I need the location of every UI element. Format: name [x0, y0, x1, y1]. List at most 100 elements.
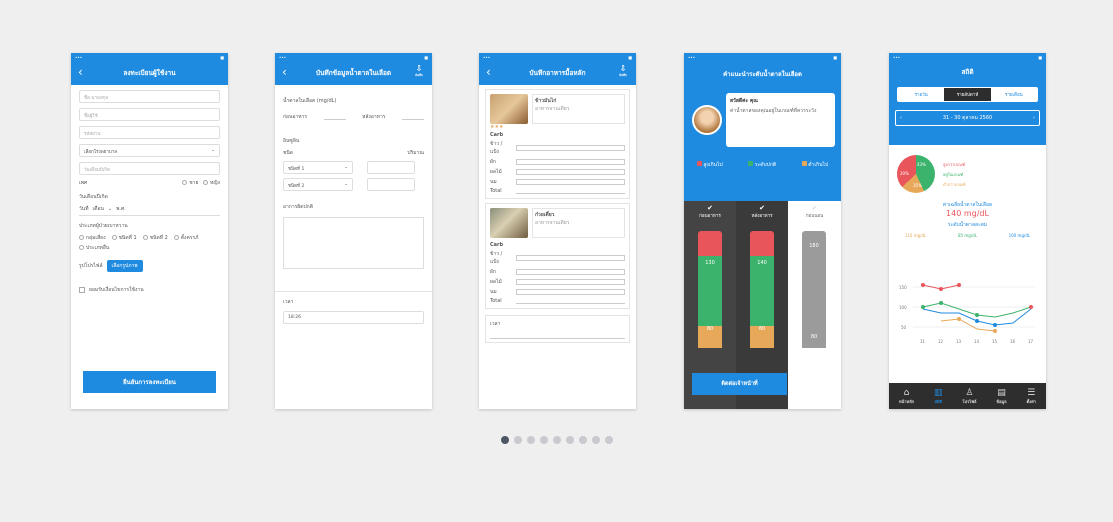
female-label: หญิง	[210, 180, 220, 186]
radio-type2[interactable]	[142, 235, 148, 240]
insulin-label: อินซูลิน	[283, 138, 300, 144]
screen-title: สถิติ	[961, 68, 974, 76]
radio-male[interactable]	[182, 180, 188, 185]
chart-icon: ▥	[933, 387, 943, 398]
tab-monthly[interactable]: รายเดือน	[990, 88, 1037, 101]
tab-weekly[interactable]: รายสัปดาห์	[944, 88, 991, 101]
password-field[interactable]: รหัสผ่าน	[79, 126, 220, 139]
total-label: Total	[490, 298, 502, 304]
radio-female[interactable]	[203, 180, 208, 185]
carb-field-label: ข้าว / แป้ง	[490, 251, 503, 265]
tab-home[interactable]: ⌂ หน้าหลัก	[899, 388, 914, 405]
carb-input[interactable]	[516, 289, 625, 295]
carb-input[interactable]	[516, 279, 625, 285]
after-meal-label: หลังอาหาร	[362, 114, 386, 120]
birth-label: วันเดือนปีเกิด	[79, 194, 108, 200]
save-button[interactable]: ⇩ บันทึก	[412, 64, 426, 78]
pie-label: 43%	[917, 162, 926, 167]
pie-legend: ต่ำกว่าเกณฑ์	[943, 181, 966, 187]
bar-header: ✔ ก่อนนอน	[788, 204, 841, 219]
carousel-dot[interactable]	[552, 436, 561, 444]
bar-low-value: 80	[750, 326, 774, 348]
tab-profile[interactable]: ♙ โปรไฟล์	[962, 388, 976, 405]
tab-label: หน้าหลัก	[898, 398, 915, 404]
insulin-amount-input[interactable]	[367, 178, 415, 191]
back-icon[interactable]: ‹	[282, 65, 287, 79]
tab-label: โปรไฟล์	[962, 398, 977, 404]
radio-type1[interactable]	[111, 235, 117, 240]
data-point	[975, 313, 979, 317]
birth-year[interactable]: พ.ศ.	[116, 205, 126, 213]
data-point	[957, 317, 961, 321]
carousel-dot[interactable]	[539, 436, 548, 444]
bar-value: 130	[698, 256, 722, 326]
insulin-type-select[interactable]: ชนิดที่ 1 ⌄	[283, 161, 353, 174]
radio-risk[interactable]	[79, 235, 84, 240]
tab-info[interactable]: ▤ ข้อมูล	[996, 388, 1006, 405]
birth-month[interactable]: เดือน	[93, 205, 104, 213]
screen-statistics: ••• ■ สถิติ รายวัน รายสัปดาห์ รายเดือน ‹ …	[889, 53, 1046, 409]
star-rating-icon[interactable]: ★★★	[490, 124, 625, 130]
prev-week-icon[interactable]: ‹	[900, 115, 902, 121]
legend-red-icon	[696, 161, 702, 166]
level-value: 110 mg/dL	[904, 233, 927, 238]
meal-desc: อาหารจานเดียว	[535, 106, 570, 112]
birth-day[interactable]: วันที่	[79, 205, 89, 213]
x-tick: 13	[956, 339, 962, 344]
carousel-dot[interactable]	[565, 436, 574, 444]
user-icon: ♙	[965, 387, 974, 398]
tab-daily[interactable]: รายวัน	[898, 88, 945, 101]
note-textarea[interactable]	[283, 217, 424, 269]
meal-photo	[490, 208, 528, 238]
bubble-text: ค่าน้ำตาลของคุณอยู่ในเกณฑ์ที่ควรระวัง	[730, 108, 817, 114]
consent-label: ยอมรับเงื่อนไขการใช้งาน	[89, 287, 144, 293]
time-input[interactable]	[490, 332, 625, 339]
radio-other[interactable]	[79, 245, 84, 250]
advice-header: คำแนะนำระดับน้ำตาลในเลือด สวัสดีค่ะ คุณ …	[684, 61, 841, 201]
carousel-dot[interactable]	[500, 436, 509, 444]
save-button[interactable]: ⇩ บันทึก	[616, 64, 630, 78]
carousel-dot[interactable]	[513, 436, 522, 444]
carousel-dot[interactable]	[591, 436, 600, 444]
next-week-icon[interactable]: ›	[1033, 115, 1035, 121]
tab-settings[interactable]: ☰ ตั้งค่า	[1027, 388, 1036, 405]
check-icon: ✔	[811, 204, 818, 212]
back-icon[interactable]: ‹	[78, 65, 83, 79]
tab-stats[interactable]: ▥ สถิติ	[934, 388, 943, 405]
level-value: 85 mg/dL	[958, 233, 977, 238]
time-input[interactable]: 18:26	[283, 311, 424, 324]
insulin-amount-input[interactable]	[367, 161, 415, 174]
carb-input[interactable]	[516, 145, 625, 151]
download-icon: ⇩	[619, 64, 627, 73]
carb-input[interactable]	[516, 179, 625, 185]
choose-photo-button[interactable]: เลือกรูปภาพ	[106, 260, 143, 272]
carousel-dot[interactable]	[526, 436, 535, 444]
back-icon[interactable]: ‹	[486, 65, 491, 79]
hospital-select[interactable]: เลือกโรงพยาบาล ⌄	[79, 144, 220, 157]
radio-pregnant[interactable]	[173, 235, 179, 240]
bar-before-meal: 130 80	[698, 231, 722, 367]
contact-button[interactable]: ติดต่อเจ้าหน้าที่	[692, 373, 787, 395]
chevron-down-icon: ⌄	[344, 182, 348, 187]
username-field[interactable]: ชื่อผู้ใช้	[79, 108, 220, 121]
carb-input[interactable]	[516, 255, 625, 261]
carb-input[interactable]	[516, 169, 625, 175]
insulin-type-select[interactable]: ชนิดที่ 2 ⌄	[283, 178, 353, 191]
birthdate-field[interactable]: วันเดือนปีเกิด	[79, 162, 220, 175]
download-icon: ⇩	[415, 64, 423, 73]
legend-label: ระดับปกติ	[754, 162, 777, 168]
carb-input[interactable]	[516, 159, 625, 165]
avg-label: ค่าเฉลี่ยน้ำตาลในเลือด	[942, 202, 993, 208]
register-button[interactable]: ยืนยันการลงทะเบียน	[83, 371, 216, 393]
carb-input[interactable]	[516, 269, 625, 275]
carousel-dot[interactable]	[578, 436, 587, 444]
group-option: ตั้งครรภ์	[180, 235, 199, 241]
screen-title: คำแนะนำระดับน้ำตาลในเลือด	[723, 71, 802, 78]
name-field[interactable]: ชื่อ-นามสกุล	[79, 90, 220, 103]
carousel-dot[interactable]	[604, 436, 613, 444]
consent-checkbox[interactable]	[79, 287, 85, 293]
after-meal-input[interactable]	[401, 114, 424, 120]
screen-advice: ••• ■ คำแนะนำระดับน้ำตาลในเลือด สวัสดีค่ะ…	[684, 53, 841, 409]
x-tick: 17	[1028, 339, 1034, 344]
before-meal-input[interactable]	[323, 114, 346, 120]
